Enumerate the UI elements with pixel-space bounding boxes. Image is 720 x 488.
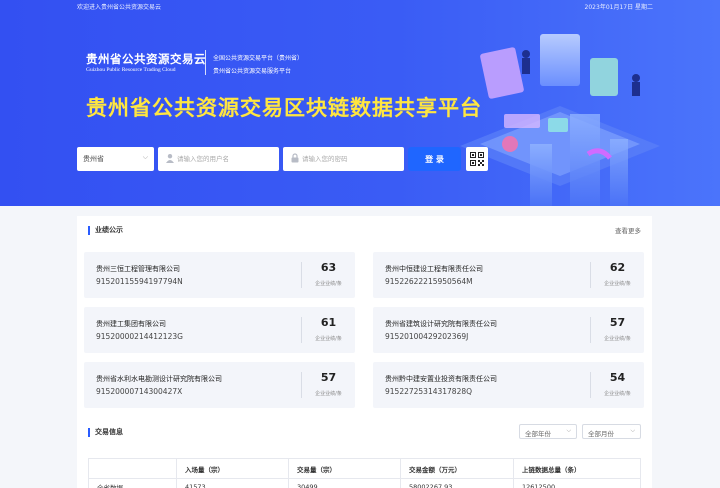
company-tile[interactable]: 贵州黔中建安置业投资有限责任公司 91522725314317828Q 54 企… <box>373 362 644 408</box>
company-code: 915200007143004​27X <box>96 387 183 396</box>
chevron-down-icon: ⌵ <box>566 427 571 434</box>
username-field[interactable] <box>158 147 279 171</box>
company-name: 贵州黔中建安置业投资有限责任公司 <box>385 375 497 383</box>
performance-count: 61 <box>320 316 337 329</box>
company-tile[interactable]: 贵州三恒工程管理有限公司 91520115594197794N 63 企业业绩/… <box>84 252 355 298</box>
performance-unit: 企业业绩/条 <box>315 281 342 287</box>
hero-title: 贵州省公共资源交易区块链数据共享平台 <box>86 96 482 120</box>
company-name: 贵州三恒工程管理有限公司 <box>96 265 180 273</box>
logo-name-en: Guizhou Public Resource Trading Cloud <box>86 67 176 73</box>
logo-platform-line1: 全国公共资源交易平台（贵州省） <box>213 55 304 62</box>
performance-count: 62 <box>609 261 626 274</box>
column-header: 交易金额（万元） <box>400 458 514 479</box>
chevron-down-icon: ⌵ <box>630 427 635 434</box>
column-header <box>88 458 177 479</box>
section-accent-bar <box>88 428 90 437</box>
performance-unit: 企业业绩/条 <box>604 336 631 342</box>
column-header: 入场量（宗） <box>176 458 289 479</box>
company-tile[interactable]: 贵州中恒建设工程有限责任公司 91522622215950564M 62 企业业… <box>373 252 644 298</box>
company-tile[interactable]: 贵州省水利水电勘测设计研究院有限公司 915200007143004​27X 5… <box>84 362 355 408</box>
trading-title: 交易信息 <box>95 428 123 436</box>
month-filter-select[interactable]: 全部月份 ⌵ <box>582 424 641 439</box>
trading-stats-table: 入场量（宗） 交易量（宗） 交易金额（万元） 上链数据总量（条） 全省数据 41… <box>88 458 641 488</box>
hero-banner: 欢迎进入贵州省公共资源交易云 2023年01月17日 星期二 贵州省公共资源交易… <box>0 0 720 206</box>
company-tile[interactable]: 贵州省建筑设计研究院有限责任公司 9152010042920236​9J 57 … <box>373 307 644 353</box>
region-select[interactable]: 贵州省 ⌵ <box>77 147 154 171</box>
performance-unit: 企业业绩/条 <box>604 391 631 397</box>
view-more-link[interactable]: 查看更多 <box>615 225 641 235</box>
date-text: 2023年01月17日 星期二 <box>584 4 653 11</box>
password-field[interactable] <box>283 147 404 171</box>
logo-name-cn: 贵州省公共资源交易云 <box>86 52 206 66</box>
company-code: 91522622215950564M <box>385 277 473 286</box>
performance-unit: 企业业绩/条 <box>604 281 631 287</box>
chevron-down-icon: ⌵ <box>142 153 148 161</box>
qr-code-icon <box>470 152 484 166</box>
table-cell: 全省数据 <box>88 478 177 488</box>
table-cell: 30499 <box>288 478 401 488</box>
performance-title: 业绩公示 <box>95 226 123 234</box>
company-tile[interactable]: 贵州建工集团有限公司 91520000214412123G 61 企业业绩/条 <box>84 307 355 353</box>
table-cell: 41573 <box>176 478 289 488</box>
username-input[interactable] <box>177 152 277 166</box>
user-icon <box>166 154 174 163</box>
performance-count: 57 <box>320 371 337 384</box>
top-bar: 欢迎进入贵州省公共资源交易云 2023年01月17日 星期二 <box>0 0 720 12</box>
table-cell: 12612500 <box>513 478 641 488</box>
table-header-row: 入场量（宗） 交易量（宗） 交易金额（万元） 上链数据总量（条） <box>88 458 641 479</box>
company-code: 91520115594197794N <box>96 277 183 286</box>
company-name: 贵州中恒建设工程有限责任公司 <box>385 265 483 273</box>
table-row: 全省数据 41573 30499 58002267.93 12612500 <box>88 478 641 488</box>
blockchain-illustration <box>460 34 660 206</box>
qr-login-button[interactable] <box>466 147 488 171</box>
login-button[interactable]: 登 录 <box>408 147 461 171</box>
table-cell: 58002267.93 <box>400 478 514 488</box>
region-select-value: 贵州省 <box>83 155 104 163</box>
logo-platform-line2: 贵州省公共资源交易服务平台 <box>213 68 292 75</box>
month-filter-value: 全部月份 <box>588 430 614 438</box>
column-header: 交易量（宗） <box>288 458 401 479</box>
year-filter-select[interactable]: 全部年份 ⌵ <box>519 424 577 439</box>
section-accent-bar <box>88 226 90 235</box>
welcome-text: 欢迎进入贵州省公共资源交易云 <box>77 4 162 11</box>
year-filter-value: 全部年份 <box>525 430 551 438</box>
performance-unit: 企业业绩/条 <box>315 336 342 342</box>
password-input[interactable] <box>302 152 402 166</box>
performance-count: 57 <box>609 316 626 329</box>
company-name: 贵州省建筑设计研究院有限责任公司 <box>385 320 497 328</box>
column-header: 上链数据总量（条） <box>513 458 641 479</box>
company-name: 贵州省水利水电勘测设计研究院有限公司 <box>96 375 222 383</box>
performance-unit: 企业业绩/条 <box>315 391 342 397</box>
content-card: 业绩公示 查看更多 贵州三恒工程管理有限公司 91520115594197794… <box>77 216 652 488</box>
company-name: 贵州建工集团有限公司 <box>96 320 166 328</box>
performance-count: 54 <box>609 371 626 384</box>
lock-icon <box>291 153 299 163</box>
company-code: 91520000214412123G <box>96 332 183 341</box>
company-code: 91522725314317828Q <box>385 387 473 396</box>
performance-count: 63 <box>320 261 337 274</box>
company-code: 9152010042920236​9J <box>385 332 469 341</box>
logo-divider <box>205 50 206 75</box>
